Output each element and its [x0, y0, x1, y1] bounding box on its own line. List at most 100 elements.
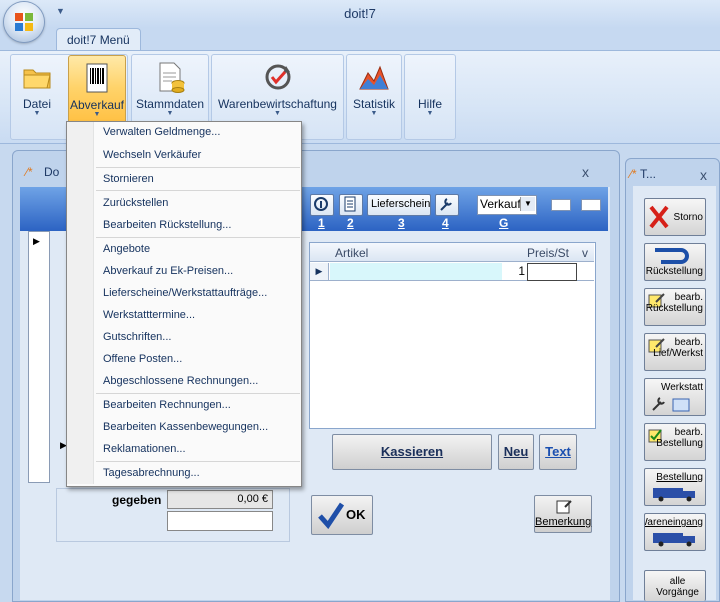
datei-button[interactable]: Datei ▼: [13, 55, 61, 125]
hotkey-3: 3: [398, 216, 405, 230]
sale-type-select[interactable]: Verkauf ▼: [477, 195, 537, 215]
refresh-check-icon: [265, 64, 290, 90]
datei-label: Datei: [22, 97, 51, 111]
hotkey-g: G: [499, 216, 509, 230]
menu-item-tagesabrechnung[interactable]: Tagesabrechnung...: [103, 467, 200, 479]
price-cell[interactable]: [527, 263, 577, 281]
abverkauf-button[interactable]: Abverkauf ▼: [68, 55, 126, 127]
bemerkung-label: Bemerkung: [535, 516, 592, 528]
bestellung-label: Bestellung: [656, 472, 703, 483]
ok-button[interactable]: OK: [311, 495, 373, 535]
sale-type-value: Verkauf: [480, 197, 521, 211]
menu-separator: [96, 393, 300, 394]
row-pointer-icon: ▶: [33, 236, 40, 246]
stammdaten-button[interactable]: Stammdaten ▼: [134, 55, 206, 125]
kassieren-button[interactable]: Kassieren: [332, 434, 492, 470]
menu-item-bearbeiten-rueckstellung[interactable]: Bearbeiten Rückstellung...: [103, 219, 231, 231]
artikel-cell[interactable]: [330, 263, 502, 280]
document-window-title: Do: [44, 165, 60, 179]
menu-item-offene-posten[interactable]: Offene Posten...: [103, 353, 182, 365]
bemerkung-button[interactable]: Bemerkung: [534, 495, 592, 533]
quick-access-dropdown-icon[interactable]: ▼: [56, 6, 65, 16]
window-icon: ⁄*: [26, 165, 33, 179]
red-x-icon: [649, 205, 669, 229]
bearb-rueckstellung-label: bearb. Rückstellung: [645, 292, 703, 314]
hilfe-label: Hilfe: [417, 97, 442, 111]
hilfe-button[interactable]: Hilfe ▼: [407, 55, 453, 125]
office-logo-icon: [15, 13, 33, 31]
column-v: v: [582, 246, 588, 260]
ok-label: OK: [346, 507, 366, 522]
chevron-down-icon: ▼: [166, 110, 174, 117]
menu-item-lieferscheine[interactable]: Lieferscheine/Werkstattaufträge...: [103, 287, 267, 299]
hotkey-4: 4: [442, 216, 449, 230]
statistik-label: Statistik: [352, 97, 395, 111]
rueckstellung-label: Rückstellung: [645, 266, 703, 277]
menu-item-abgeschlossene-rechnungen[interactable]: Abgeschlossene Rechnungen...: [103, 375, 258, 387]
neu-button[interactable]: Neu: [498, 434, 534, 470]
menu-item-wechseln-verkaeufer[interactable]: Wechseln Verkäufer: [103, 149, 201, 161]
wareneingang-button[interactable]: Wareneingang: [644, 513, 706, 551]
chart-mountain-icon: [359, 65, 389, 90]
menu-item-bearbeiten-kassenbewegungen[interactable]: Bearbeiten Kassenbewegungen...: [103, 421, 268, 433]
warenbewirtschaftung-button[interactable]: Warenbewirtschaftung ▼: [214, 55, 341, 125]
menu-item-verwalten-geldmenge[interactable]: Verwalten Geldmenge...: [103, 126, 220, 138]
menu-item-gutschriften[interactable]: Gutschriften...: [103, 331, 171, 343]
lieferschein-label: Lieferschein: [371, 198, 431, 210]
menu-item-bearbeiten-rechnungen[interactable]: Bearbeiten Rechnungen...: [103, 399, 231, 411]
tab-doit-menu[interactable]: doit!7 Menü: [56, 28, 141, 51]
chevron-down-icon: ▼: [93, 111, 101, 118]
bearb-bestellung-button[interactable]: bearb. Bestellung: [644, 423, 706, 461]
menu-item-stornieren[interactable]: Stornieren: [103, 173, 154, 185]
menu-separator: [96, 461, 300, 462]
text-button[interactable]: Text: [539, 434, 577, 470]
gegeben-label: gegeben: [112, 493, 162, 507]
column-preis: Preis/St: [527, 246, 570, 260]
document-button[interactable]: [339, 194, 363, 216]
wrench-calendar-icon: [652, 397, 690, 412]
column-artikel: Artikel: [335, 246, 369, 260]
statistik-button[interactable]: Statistik ▼: [349, 55, 399, 125]
bearb-lief-werkst-button[interactable]: bearb. Lief/Werkst: [644, 333, 706, 371]
menu-item-angebote[interactable]: Angebote: [103, 243, 150, 255]
application-menu-button[interactable]: [4, 2, 44, 42]
menu-item-werkstatttermine[interactable]: Werkstatttermine...: [103, 309, 195, 321]
chevron-down-icon: ▼: [370, 110, 378, 117]
app-title: doit!7: [344, 6, 376, 21]
hotkey-1: 1: [318, 216, 325, 230]
customer-button[interactable]: [310, 194, 334, 216]
bearb-rueckstellung-button[interactable]: bearb. Rückstellung: [644, 288, 706, 326]
side-panel-title: T...: [640, 167, 657, 181]
close-button[interactable]: x: [700, 167, 707, 183]
toolbar-box: [551, 199, 571, 211]
lieferschein-button[interactable]: Lieferschein: [367, 194, 431, 216]
bestellung-button[interactable]: Bestellung: [644, 468, 706, 506]
customer-icon: [314, 197, 328, 211]
left-grid[interactable]: [28, 231, 50, 483]
stammdaten-label: Stammdaten: [135, 97, 205, 111]
quantity-cell[interactable]: 1: [505, 264, 525, 278]
gegeben-amount: 0,00 €: [237, 493, 268, 505]
return-arrow-icon: [655, 248, 689, 264]
menu-item-reklamationen[interactable]: Reklamationen...: [103, 443, 186, 455]
hotkey-2: 2: [347, 216, 354, 230]
bearb-lief-werkst-label: bearb. Lief/Werkst: [653, 337, 703, 359]
document-database-icon: [159, 62, 185, 93]
menu-item-zurueckstellen[interactable]: Zurückstellen: [103, 197, 168, 209]
gegeben-input[interactable]: [167, 511, 273, 531]
workshop-button[interactable]: [435, 194, 459, 216]
werkstatt-button[interactable]: Werkstatt: [644, 378, 706, 416]
close-button[interactable]: x: [582, 164, 589, 180]
wareneingang-label: Wareneingang: [644, 517, 703, 528]
menu-item-abverkauf-ek-preisen[interactable]: Abverkauf zu Ek-Preisen...: [103, 265, 233, 277]
menu-separator: [96, 167, 300, 168]
alle-vorgaenge-button[interactable]: alle Vorgänge: [644, 570, 706, 601]
chevron-down-icon: ▼: [520, 197, 535, 211]
abverkauf-label: Abverkauf: [69, 98, 125, 112]
rueckstellung-button[interactable]: Rückstellung: [644, 243, 706, 281]
storno-button[interactable]: Storno: [644, 198, 706, 236]
ribbon-group-hilfe: Hilfe ▼: [404, 54, 456, 140]
folder-icon: [23, 69, 51, 89]
chevron-down-icon: ▼: [274, 110, 281, 117]
chevron-down-icon: ▼: [33, 110, 41, 117]
